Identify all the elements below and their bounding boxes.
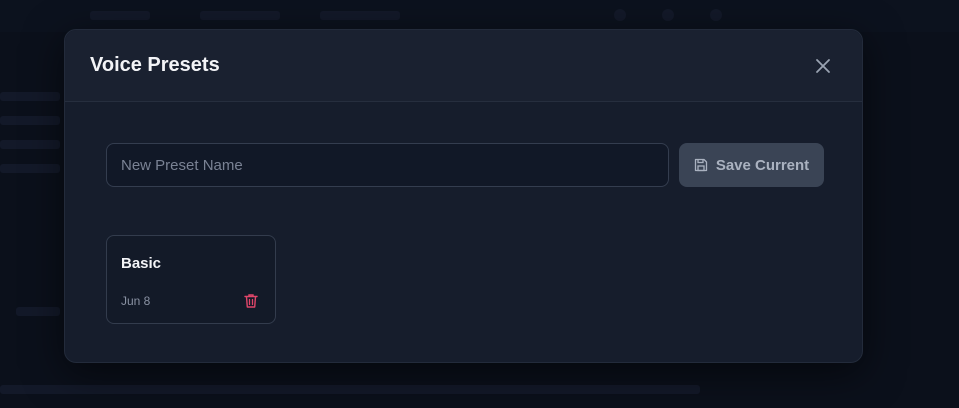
preset-name-input[interactable] (106, 143, 669, 187)
trash-icon (244, 294, 258, 308)
save-current-button[interactable]: Save Current (679, 143, 824, 187)
close-button[interactable] (812, 55, 834, 77)
floppy-disk-icon (694, 158, 707, 172)
save-current-label: Save Current (715, 156, 810, 174)
close-icon (816, 58, 830, 73)
dialog-header: Voice Presets (65, 30, 862, 102)
delete-preset-button[interactable] (244, 293, 258, 309)
voice-presets-dialog: Voice Presets Save Current Basic Jun 8 (64, 29, 863, 363)
preset-name: Basic (121, 255, 162, 272)
dialog-title: Voice Presets (90, 54, 220, 76)
new-preset-form: Save Current (106, 143, 824, 187)
preset-date: Jun 8 (121, 294, 151, 308)
preset-card[interactable]: Basic Jun 8 (106, 235, 276, 324)
